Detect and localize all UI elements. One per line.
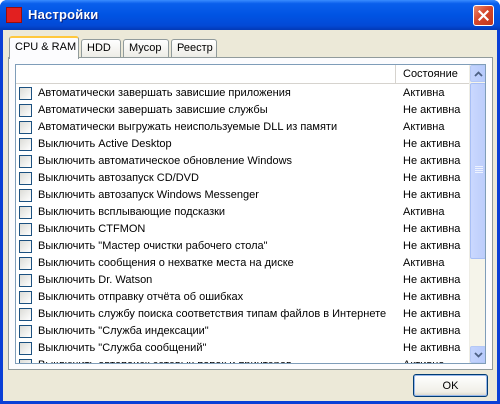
row-name: Выключить автозапуск CD/DVD xyxy=(38,172,199,184)
row-state: Не активна xyxy=(403,291,461,303)
row-checkbox[interactable] xyxy=(19,257,32,270)
ok-button[interactable]: OK xyxy=(413,374,488,397)
settings-window: Настройки CPU & RAM HDD Мусор Реестр Сос… xyxy=(0,0,500,404)
list-item[interactable]: Выключить Active Desktop Не активна xyxy=(16,136,470,153)
row-checkbox[interactable] xyxy=(19,223,32,236)
column-header-state[interactable]: Состояние xyxy=(403,68,458,80)
window-title: Настройки xyxy=(28,7,99,22)
list-header: Состояние xyxy=(16,65,470,84)
vertical-scrollbar[interactable] xyxy=(469,65,485,363)
row-state: Не активна xyxy=(403,155,461,167)
list-item[interactable]: Выключить автозапуск Windows Messenger Не… xyxy=(16,187,470,204)
list-item[interactable]: Выключить "Мастер очистки рабочего стола… xyxy=(16,238,470,255)
row-checkbox[interactable] xyxy=(19,138,32,151)
chevron-down-icon xyxy=(473,351,483,358)
list-rows: Автоматически завершать зависшие приложе… xyxy=(16,85,470,363)
row-state: Не активна xyxy=(403,138,461,150)
row-checkbox[interactable] xyxy=(19,342,32,355)
row-checkbox[interactable] xyxy=(19,172,32,185)
row-checkbox[interactable] xyxy=(19,308,32,321)
row-name: Выключить "Мастер очистки рабочего стола… xyxy=(38,240,268,252)
list-item[interactable]: Выключить "Служба индексации" Не активна xyxy=(16,323,470,340)
row-name: Выключить автопоиск сетевых папок и прин… xyxy=(38,359,292,363)
list-item[interactable]: Автоматически завершать зависшие приложе… xyxy=(16,85,470,102)
list-item[interactable]: Автоматически выгружать неиспользуемые D… xyxy=(16,119,470,136)
list-item[interactable]: Выключить "Служба сообщений" Не активна xyxy=(16,340,470,357)
row-name: Выключить "Служба сообщений" xyxy=(38,342,207,354)
row-state: Активна xyxy=(403,206,445,218)
scroll-thumb[interactable] xyxy=(470,83,485,259)
row-name: Выключить службу поиска соответствия тип… xyxy=(38,308,387,320)
tab-cpu-ram[interactable]: CPU & RAM xyxy=(9,36,79,59)
close-icon xyxy=(478,10,489,21)
list-item[interactable]: Выключить отправку отчёта об ошибках Не а… xyxy=(16,289,470,306)
row-state: Не активна xyxy=(403,240,461,252)
row-checkbox[interactable] xyxy=(19,325,32,338)
list-item[interactable]: Выключить сообщения о нехватке места на … xyxy=(16,255,470,272)
row-checkbox[interactable] xyxy=(19,206,32,219)
tab-hdd[interactable]: HDD xyxy=(81,39,121,58)
list-item[interactable]: Выключить всплывающие подсказки Активна xyxy=(16,204,470,221)
row-name: Выключить Dr. Watson xyxy=(38,274,153,286)
list-item[interactable]: Выключить автопоиск сетевых папок и прин… xyxy=(16,357,470,363)
list-item[interactable]: Выключить службу поиска соответствия тип… xyxy=(16,306,470,323)
row-name: Выключить Active Desktop xyxy=(38,138,172,150)
row-name: Выключить отправку отчёта об ошибках xyxy=(38,291,244,303)
row-state: Не активна xyxy=(403,104,461,116)
row-state: Активна xyxy=(403,359,445,363)
tweaks-list: Состояние Автоматически завершать зависш… xyxy=(15,64,486,364)
tab-panel: Состояние Автоматически завершать зависш… xyxy=(8,57,493,370)
row-checkbox[interactable] xyxy=(19,240,32,253)
row-checkbox[interactable] xyxy=(19,155,32,168)
row-state: Не активна xyxy=(403,172,461,184)
row-checkbox[interactable] xyxy=(19,189,32,202)
scroll-up-button[interactable] xyxy=(470,65,485,82)
app-icon xyxy=(6,7,22,23)
list-item[interactable]: Выключить CTFMON Не активна xyxy=(16,221,470,238)
list-item[interactable]: Выключить Dr. Watson Не активна xyxy=(16,272,470,289)
list-item[interactable]: Выключить автозапуск CD/DVD Не активна xyxy=(16,170,470,187)
row-name: Выключить "Служба индексации" xyxy=(38,325,209,337)
row-state: Не активна xyxy=(403,274,461,286)
row-checkbox[interactable] xyxy=(19,274,32,287)
row-name: Автоматически завершать зависшие приложе… xyxy=(38,87,291,99)
column-header-name[interactable] xyxy=(16,65,396,83)
row-checkbox[interactable] xyxy=(19,104,32,117)
row-state: Не активна xyxy=(403,342,461,354)
tab-reestr[interactable]: Реестр xyxy=(171,39,217,58)
list-item[interactable]: Выключить автоматическое обновление Wind… xyxy=(16,153,470,170)
row-checkbox[interactable] xyxy=(19,87,32,100)
row-name: Выключить автозапуск Windows Messenger xyxy=(38,189,259,201)
row-state: Не активна xyxy=(403,325,461,337)
grip-icon xyxy=(475,166,483,174)
row-name: Выключить CTFMON xyxy=(38,223,146,235)
row-state: Не активна xyxy=(403,308,461,320)
row-checkbox[interactable] xyxy=(19,291,32,304)
row-state: Активна xyxy=(403,257,445,269)
row-name: Автоматически выгружать неиспользуемые D… xyxy=(38,121,338,133)
dialog-client-area: CPU & RAM HDD Мусор Реестр Состояние Авт… xyxy=(3,30,497,401)
row-name: Автоматически завершать зависшие службы xyxy=(38,104,268,116)
list-item[interactable]: Автоматически завершать зависшие службы Н… xyxy=(16,102,470,119)
row-checkbox[interactable] xyxy=(19,359,32,363)
title-bar[interactable]: Настройки xyxy=(0,0,500,30)
row-name: Выключить всплывающие подсказки xyxy=(38,206,226,218)
scroll-down-button[interactable] xyxy=(470,346,485,363)
tab-musor[interactable]: Мусор xyxy=(123,39,169,58)
row-state: Активна xyxy=(403,121,445,133)
close-button[interactable] xyxy=(473,5,494,26)
row-checkbox[interactable] xyxy=(19,121,32,134)
row-state: Не активна xyxy=(403,189,461,201)
row-state: Активна xyxy=(403,87,445,99)
row-name: Выключить сообщения о нехватке места на … xyxy=(38,257,294,269)
row-name: Выключить автоматическое обновление Wind… xyxy=(38,155,293,167)
row-state: Не активна xyxy=(403,223,461,235)
chevron-up-icon xyxy=(473,70,483,77)
